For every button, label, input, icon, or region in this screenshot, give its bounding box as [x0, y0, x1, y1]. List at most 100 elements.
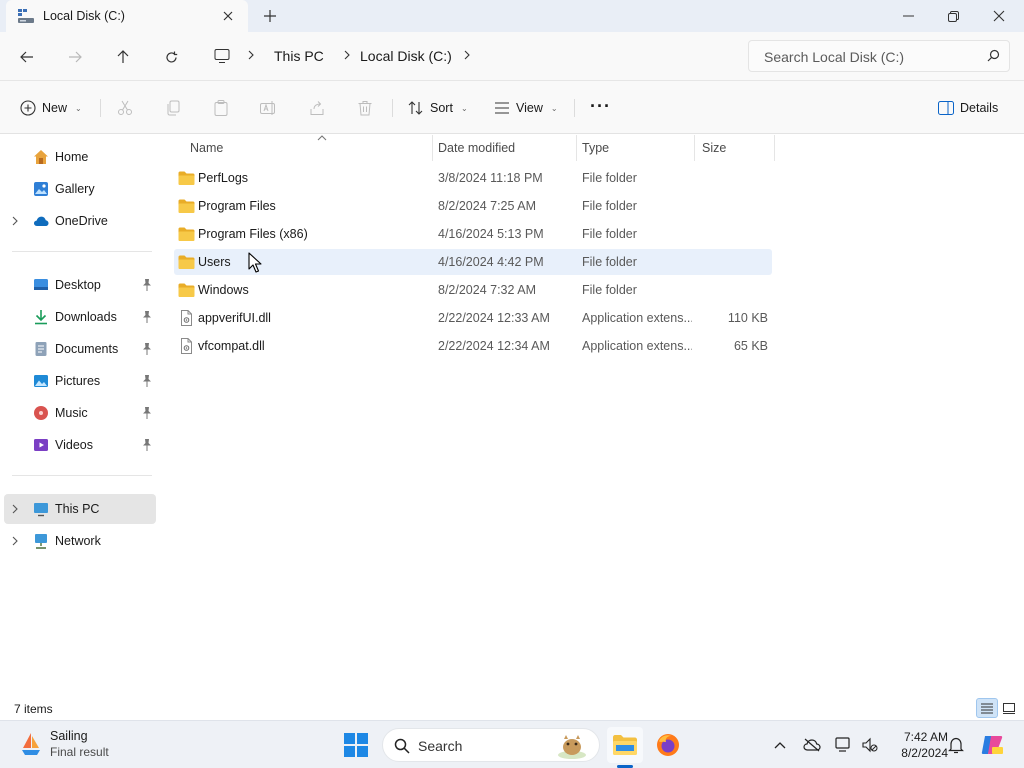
new-tab-button[interactable]	[259, 6, 281, 26]
tiles-view-toggle[interactable]	[998, 698, 1020, 718]
chevron-right-icon[interactable]	[10, 535, 20, 547]
sort-button[interactable]: Sort ⌄	[408, 95, 468, 121]
file-row[interactable]: vfcompat.dll 2/22/2024 12:34 AM Applicatio…	[174, 333, 772, 359]
details-pane-button[interactable]: Details	[938, 95, 998, 121]
command-bar: New ⌄ Sort ⌄ View ⌄ ··· Details	[0, 80, 1024, 134]
volume-tray-button[interactable]	[860, 735, 880, 755]
rename-icon	[260, 101, 275, 115]
copilot-icon	[981, 736, 1003, 754]
close-window-button[interactable]	[976, 0, 1022, 32]
explorer-tab[interactable]: Local Disk (C:)	[6, 0, 248, 32]
sidebar-item-downloads[interactable]: Downloads	[4, 302, 156, 332]
cloud-offline-icon	[803, 738, 821, 752]
rename-button[interactable]	[258, 97, 280, 119]
file-row[interactable]: Windows 8/2/2024 7:32 AM File folder	[174, 277, 772, 303]
new-button[interactable]: New ⌄	[20, 95, 82, 121]
pin-icon[interactable]	[141, 406, 153, 420]
pin-icon[interactable]	[141, 310, 153, 324]
refresh-button[interactable]	[158, 44, 184, 70]
tab-title: Local Disk (C:)	[43, 9, 125, 23]
divider	[12, 475, 152, 476]
restore-icon	[947, 10, 959, 22]
pin-icon[interactable]	[141, 438, 153, 452]
minimize-button[interactable]	[885, 0, 931, 32]
onedrive-tray-button[interactable]	[802, 735, 822, 755]
folder-icon	[178, 199, 195, 213]
folder-icon	[178, 255, 195, 269]
column-header-name[interactable]: Name	[174, 135, 432, 161]
sidebar-item-onedrive[interactable]: OneDrive	[4, 206, 156, 236]
sidebar-item-this-pc[interactable]: This PC	[4, 494, 156, 524]
clock[interactable]: 7:42 AM 8/2/2024	[884, 729, 948, 761]
cut-button[interactable]	[114, 97, 136, 119]
file-row[interactable]: Users 4/16/2024 4:42 PM File folder	[174, 249, 772, 275]
pin-icon[interactable]	[141, 342, 153, 356]
documents-icon	[35, 342, 47, 356]
taskbar-search-input[interactable]: Search	[382, 728, 600, 762]
file-row[interactable]: Program Files (x86) 4/16/2024 5:13 PM File…	[174, 221, 772, 247]
forward-button[interactable]	[62, 44, 88, 70]
chevron-right-icon[interactable]	[10, 503, 20, 515]
details-label: Details	[960, 101, 999, 115]
start-button[interactable]	[338, 727, 374, 763]
sidebar-item-desktop[interactable]: Desktop	[4, 270, 156, 300]
drive-icon	[18, 9, 34, 23]
tiles-view-icon	[1003, 702, 1015, 714]
file-type: Application extens...	[582, 311, 692, 325]
plus-icon	[264, 10, 276, 22]
pin-icon[interactable]	[141, 278, 153, 292]
file-list: Name Date modified Type Size PerfLogs 3/8…	[160, 135, 1024, 700]
sidebar-item-pictures[interactable]: Pictures	[4, 366, 156, 396]
minimize-icon	[902, 15, 914, 17]
breadcrumb-this-pc[interactable]: This PC	[274, 48, 324, 64]
address-bar[interactable]: This PC Local Disk (C:)	[204, 40, 734, 72]
delete-button[interactable]	[354, 97, 376, 119]
column-divider[interactable]	[774, 135, 775, 161]
paste-button[interactable]	[210, 97, 232, 119]
breadcrumb-local-disk[interactable]: Local Disk (C:)	[360, 48, 452, 64]
column-header-date[interactable]: Date modified	[432, 135, 576, 161]
restore-button[interactable]	[930, 0, 976, 32]
this-pc-icon	[34, 503, 48, 517]
dll-file-icon	[181, 338, 192, 354]
delete-icon	[358, 101, 372, 116]
details-view-toggle[interactable]	[976, 698, 998, 718]
sidebar-item-network[interactable]: Network	[4, 526, 156, 556]
sidebar-item-documents[interactable]: Documents	[4, 334, 156, 364]
file-row[interactable]: Program Files 8/2/2024 7:25 AM File folder	[174, 193, 772, 219]
sidebar-item-music[interactable]: Music	[4, 398, 156, 428]
copilot-button[interactable]	[980, 733, 1004, 757]
computer-icon	[214, 49, 230, 63]
search-placeholder: Search Local Disk (C:)	[764, 49, 905, 65]
display-tray-button[interactable]	[834, 735, 854, 755]
copy-button[interactable]	[162, 97, 184, 119]
pin-icon[interactable]	[141, 374, 153, 388]
search-input[interactable]: Search Local Disk (C:)	[748, 40, 1010, 72]
file-type: File folder	[582, 227, 637, 241]
chevron-right-icon	[248, 50, 254, 60]
widgets-button[interactable]: Sailing Final result	[14, 727, 134, 763]
file-explorer-taskbar-button[interactable]	[607, 727, 643, 763]
file-name: appverifUI.dll	[198, 311, 271, 325]
chevron-right-icon	[464, 50, 470, 60]
column-header-type[interactable]: Type	[576, 135, 694, 161]
column-header-size[interactable]: Size	[694, 135, 774, 161]
share-button[interactable]	[306, 97, 328, 119]
plus-circle-icon	[20, 100, 36, 116]
chevron-right-icon[interactable]	[10, 215, 20, 227]
tab-close-button[interactable]	[218, 6, 238, 26]
more-options-button[interactable]: ···	[590, 93, 611, 119]
show-hidden-icons-button[interactable]	[770, 735, 790, 755]
sidebar-item-gallery[interactable]: Gallery	[4, 174, 156, 204]
sidebar-item-home[interactable]: Home	[4, 142, 156, 172]
file-row[interactable]: appverifUI.dll 2/22/2024 12:33 AM Applicat…	[174, 305, 772, 331]
up-button[interactable]	[110, 44, 136, 70]
file-row[interactable]: PerfLogs 3/8/2024 11:18 PM File folder	[174, 165, 772, 191]
view-button[interactable]: View ⌄	[494, 95, 558, 121]
notifications-button[interactable]	[946, 735, 966, 755]
file-date-modified: 4/16/2024 4:42 PM	[438, 255, 544, 269]
sidebar-item-videos[interactable]: Videos	[4, 430, 156, 460]
firefox-taskbar-button[interactable]	[650, 727, 686, 763]
sort-icon	[408, 101, 423, 115]
back-button[interactable]	[14, 44, 40, 70]
